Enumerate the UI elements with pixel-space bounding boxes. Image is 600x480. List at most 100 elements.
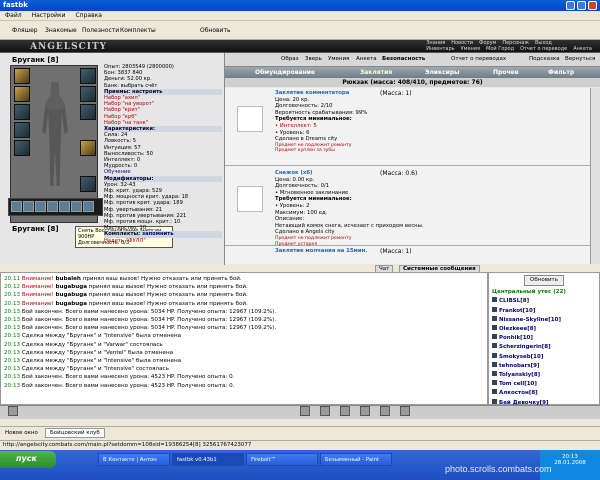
character-name-footer[interactable]: Бруганк [8] [12,225,59,233]
item-title[interactable]: Снежок (x6) [275,170,455,177]
top-nav-link[interactable]: Мой Город [486,46,514,52]
item-title[interactable]: Заклятие комментатора [275,90,455,97]
user-item[interactable]: Алкостон[8] [492,389,596,398]
item-body: Снежок (x6) Цена: 0.00 кр. Долговечность: … [275,170,455,247]
user-nick[interactable]: Frankot[10] [499,308,535,314]
user-nick[interactable]: CLIBSL[8] [499,298,529,304]
clear-icon[interactable] [340,406,350,416]
user-item[interactable]: Smokyseb[10] [492,352,596,362]
chat-nick[interactable]: bugabuga [55,292,87,298]
tab-filter[interactable]: Фильтр [548,69,574,76]
user-nick[interactable]: Tolyanskiy[8] [499,372,540,378]
user-item[interactable]: Ponhik[10] [492,334,596,343]
quick-slot-icon[interactable] [35,201,46,212]
user-nick[interactable]: Ponhik[10] [499,335,533,341]
new-window-button[interactable]: Новое окно [5,430,38,436]
maximize-icon[interactable] [577,1,586,10]
toolbar-utils[interactable]: Полезности [82,27,119,34]
user-nick[interactable]: Olezkeee[8] [499,326,536,332]
nav-button[interactable]: Безопасность [382,56,425,62]
toolbar-refresh[interactable]: Обновить [200,27,230,34]
quick-slot-icon[interactable] [59,201,70,212]
boots-slot-icon[interactable] [80,176,96,192]
nav-button[interactable]: Анкета [356,56,377,62]
earring-slot-icon[interactable] [80,68,96,84]
user-nick[interactable]: Smokyseb[10] [499,354,543,360]
item-line: Долговечность: 0/1 [275,183,330,190]
inventory-scrollbar[interactable] [590,88,600,264]
nav-button[interactable]: Отчет о переводах [451,56,506,62]
top-nav-link[interactable]: Отчет о переводе [520,46,567,52]
task-paint[interactable]: Безымянный - Paint [320,453,392,466]
item-title[interactable]: Заклятие молчания на 15мин. [275,248,455,255]
user-item[interactable]: Olezkeee[8] [492,325,596,334]
quick-slot-icon[interactable] [47,201,58,212]
start-button[interactable]: пуск [0,451,56,468]
menu-item-settings[interactable]: Настройки [27,11,71,20]
user-item[interactable]: Tolyanskiy[8] [492,371,596,380]
filter-icon[interactable] [320,406,330,416]
refresh-users-button[interactable]: Обновить [524,275,564,287]
belt-slot-icon[interactable] [14,122,30,138]
user-item[interactable]: tehnobars[9] [492,361,596,371]
nav-button[interactable]: Умения [328,56,349,62]
user-nick[interactable]: Алкостон[8] [499,390,538,396]
tab-equipment[interactable]: Обмундирование [255,69,315,76]
top-nav-link[interactable]: Умения [461,46,480,52]
tab-spells[interactable]: Заклятия [360,69,392,76]
top-nav-link[interactable]: Анкета [573,46,592,52]
users-panel: Обновить Центральный утес (22) CLIBSL[8]… [488,272,600,415]
menu-item-file[interactable]: Файл [0,11,27,20]
chat-nick[interactable]: bugabuga [55,284,87,290]
nav-button[interactable]: Вернуться [565,56,595,62]
user-item[interactable]: CLIBSL[8] [492,297,596,306]
user-nick[interactable]: tehnobars[9] [499,363,539,369]
menu-item-help[interactable]: Справка [70,11,106,20]
tab-other[interactable]: Прочее [493,69,519,76]
user-nick[interactable]: Nissane-Skyline[10] [499,317,561,323]
user-item[interactable]: Nissane-Skyline[10] [492,315,596,325]
task-firebolt[interactable]: Firebolt™ [246,453,318,466]
user-nick[interactable]: Tom cell[10] [499,381,537,387]
ring-slot-icon[interactable] [80,104,96,120]
minimize-icon[interactable] [566,1,575,10]
character-name[interactable]: Бруганк [8] [12,56,59,64]
amulet-slot-icon[interactable] [80,86,96,102]
tab-elixirs[interactable]: Эликсиры [425,69,460,76]
nav-button[interactable]: Образ [281,56,299,62]
exit-icon[interactable] [400,406,410,416]
nav-button[interactable]: Зверь [305,56,322,62]
quick-slot-icon[interactable] [71,201,82,212]
nav-button[interactable]: Подсказка [529,56,560,62]
settings-icon[interactable] [360,406,370,416]
quick-slot-icon[interactable] [23,201,34,212]
chest-slot-icon[interactable] [14,140,30,156]
user-nick[interactable]: Scherzingerin[8] [499,344,551,350]
chat-text: Сделка между "Бруганк" и "Intensive" был… [21,358,182,365]
toolbar-kits[interactable]: Комплекты [120,27,156,34]
quick-slot-icon[interactable] [83,201,94,212]
armor-slot-icon[interactable] [14,104,30,120]
sound-icon[interactable] [380,406,390,416]
chat-nick[interactable]: bugabuga [55,301,87,307]
user-item[interactable]: Frankot[10] [492,306,596,316]
chat-nick[interactable]: bubaleh [55,276,80,282]
sword-slot-icon[interactable] [14,86,30,102]
tab-fight-club[interactable]: Бойцовский клуб [45,428,105,438]
close-icon[interactable] [588,1,597,10]
wear-kit-link[interactable]: Надеть "ФУЛЛ" [104,238,222,244]
toolbar-flasher[interactable]: Фляшер [12,27,38,34]
quick-slot-icon[interactable] [11,201,22,212]
top-nav-link[interactable]: Инвентарь [426,46,454,52]
shield-slot-icon[interactable] [80,140,96,156]
toolbar-friends[interactable]: Знакомые [45,27,77,34]
remember-link[interactable]: запомнить [142,231,173,237]
helmet-slot-icon[interactable] [14,68,30,84]
smile-icon[interactable] [300,406,310,416]
user-item[interactable]: Scherzingerin[8] [492,343,596,352]
task-fastbk[interactable]: fastbk v0.43b1 [172,453,244,466]
user-item[interactable]: Tom cell[10] [492,380,596,389]
emoji-icon[interactable] [8,406,18,416]
item-requirement: Максимум: 100 ед. [275,209,328,216]
task-vkontakte[interactable]: В Контакте | Антон [98,453,170,466]
